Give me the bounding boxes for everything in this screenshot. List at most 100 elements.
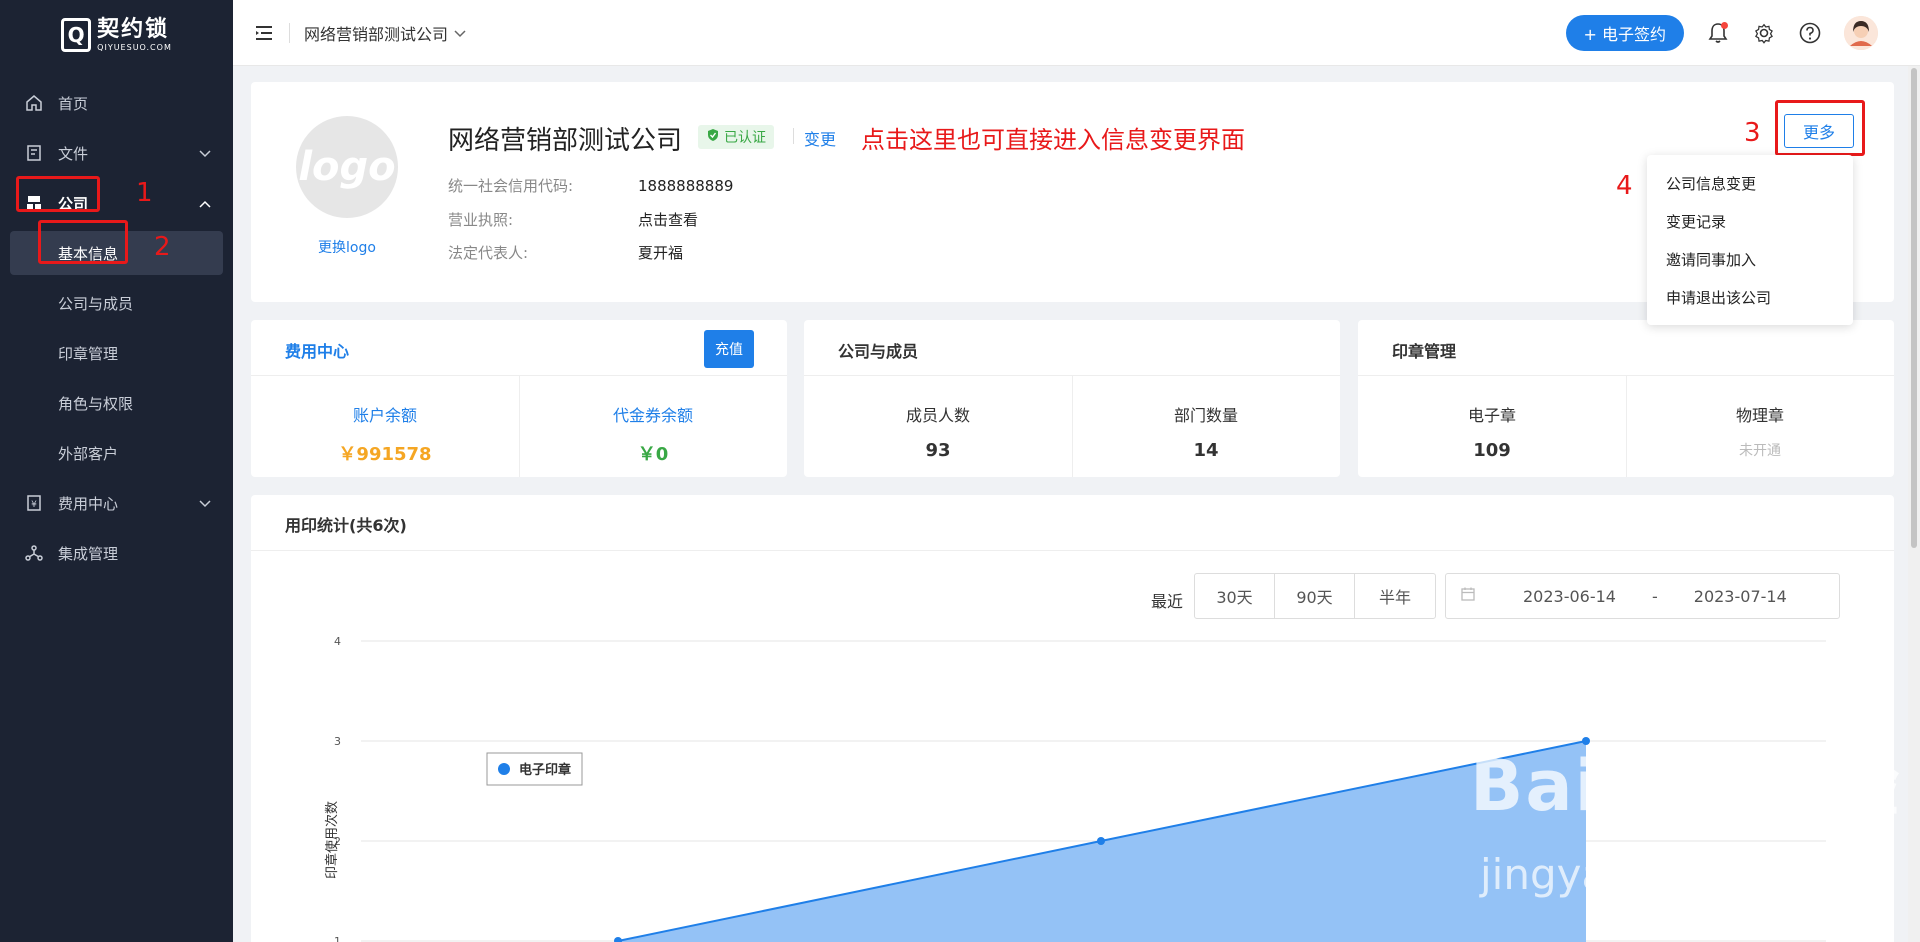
page-scrollbar[interactable]	[1908, 66, 1920, 942]
watermark-url: jingyan.baidu.com	[1480, 850, 1868, 899]
annotation-number-3: 3	[1744, 118, 1761, 148]
e-seal-label: 电子章	[1467, 406, 1516, 425]
legend-marker	[498, 763, 510, 775]
data-point	[614, 937, 622, 942]
member-count-label: 成员人数	[905, 406, 970, 425]
voucher-cell[interactable]: 代金券余额 ￥0	[519, 376, 787, 477]
e-seal-value: 109	[1473, 440, 1511, 461]
sidebar-item-home[interactable]: 首页	[0, 78, 233, 128]
balance-label: 账户余额	[352, 406, 417, 425]
menu-item-invite[interactable]: 邀请同事加入	[1647, 241, 1853, 279]
credit-code-label: 统一社会信用代码:	[448, 177, 574, 195]
menu-item-info-change[interactable]: 公司信息变更	[1647, 165, 1853, 203]
menu-item-change-log[interactable]: 变更记录	[1647, 203, 1853, 241]
sidebar-item-integration[interactable]: 集成管理	[0, 528, 233, 578]
legend-label: 电子印章	[519, 762, 571, 778]
chevron-down-icon	[454, 23, 466, 42]
sidebar-item-files[interactable]: 文件	[0, 128, 233, 178]
annotation-hint: 点击这里也可直接进入信息变更界面	[861, 126, 1245, 154]
fee-icon: ¥	[24, 493, 44, 513]
dept-count-label: 部门数量	[1173, 406, 1238, 425]
header-actions: + 电子签约	[1565, 0, 1878, 66]
y-axis-label: 印章使用次数	[324, 801, 340, 879]
members-card: 公司与成员 成员人数 93 部门数量 14	[804, 320, 1340, 477]
chevron-down-icon	[199, 494, 211, 512]
change-logo-link[interactable]: 更换logo	[295, 237, 399, 257]
physical-seal-label: 物理章	[1735, 406, 1784, 425]
voucher-label: 代金券余额	[612, 406, 693, 425]
e-seal-cell: 电子章 109	[1358, 376, 1626, 477]
dept-count-cell: 部门数量 14	[1072, 376, 1340, 477]
sidebar-subitem-members[interactable]: 公司与成员	[0, 278, 233, 328]
chevron-down-icon	[199, 144, 211, 162]
company-switcher-label: 网络营销部测试公司	[304, 24, 449, 44]
header-divider	[289, 22, 290, 43]
recharge-button[interactable]: 充值	[704, 330, 754, 368]
sidebar-subitem-external[interactable]: 外部客户	[0, 428, 233, 478]
members-title: 公司与成员	[838, 342, 919, 361]
credit-code-value: 1888888889	[638, 177, 734, 195]
sidebar-item-fees[interactable]: ¥ 费用中心	[0, 478, 233, 528]
company-switcher[interactable]: 网络营销部测试公司	[304, 21, 466, 45]
home-icon	[24, 93, 44, 113]
verified-check-icon	[706, 128, 720, 146]
legal-rep-value: 夏开福	[638, 244, 684, 262]
user-avatar[interactable]	[1844, 16, 1878, 50]
license-row: 营业执照: 点击查看	[448, 209, 698, 230]
physical-seal-value: 未开通	[1739, 443, 1781, 459]
change-info-link[interactable]: 变更	[804, 126, 836, 150]
voucher-value: ￥0	[637, 444, 669, 465]
integration-icon	[24, 543, 44, 563]
annotation-box-basic-info	[38, 220, 128, 264]
seals-title: 印章管理	[1392, 342, 1457, 361]
license-label: 营业执照:	[448, 211, 514, 229]
data-point	[1097, 837, 1105, 845]
menu-collapse-icon[interactable]	[253, 22, 275, 44]
sidebar-item-label: 首页	[58, 94, 89, 113]
top-header: 网络营销部测试公司 + 电子签约	[233, 0, 1920, 66]
balance-cell[interactable]: 账户余额 ￥991578	[251, 376, 519, 477]
file-icon	[24, 143, 44, 163]
member-count-value: 93	[925, 440, 951, 461]
brand-logo[interactable]: Q 契约锁 QIYUESUO.COM	[0, 0, 233, 70]
verified-badge: 已认证	[698, 125, 774, 149]
sidebar-nav: 首页 文件 公司 基本信息 公司与成员 印章管理 角色与权限 外部客户 ¥ 费用…	[0, 78, 233, 578]
fee-center-title[interactable]: 费用中心	[285, 338, 349, 362]
fee-center-card: 费用中心 充值 账户余额 ￥991578 代金券余额 ￥0	[251, 320, 787, 477]
menu-item-quit-company[interactable]: 申请退出该公司	[1647, 279, 1853, 317]
balance-value: ￥991578	[338, 444, 432, 465]
sidebar-item-label: 费用中心	[58, 494, 119, 513]
help-icon[interactable]	[1798, 21, 1822, 45]
license-view-link[interactable]: 点击查看	[638, 211, 698, 229]
gear-icon[interactable]	[1752, 21, 1776, 45]
more-dropdown-menu: 公司信息变更 变更记录 邀请同事加入 申请退出该公司	[1647, 155, 1853, 325]
y-tick-label: 4	[334, 635, 341, 648]
legal-rep-label: 法定代表人:	[448, 244, 529, 262]
divider	[793, 128, 794, 144]
brand-name: 契约锁	[97, 16, 170, 42]
company-logo: logo	[296, 116, 398, 218]
y-tick-label: 1	[334, 935, 341, 942]
annotation-box-company	[16, 176, 100, 212]
sidebar-item-label: 文件	[58, 144, 89, 163]
seals-card: 印章管理 电子章 109 物理章 未开通	[1358, 320, 1894, 477]
credit-code-row: 统一社会信用代码: 1888888889	[448, 175, 733, 196]
dept-count-value: 14	[1193, 440, 1219, 461]
bell-icon[interactable]	[1706, 21, 1730, 45]
notification-dot	[1721, 22, 1728, 29]
e-sign-button[interactable]: + 电子签约	[1565, 15, 1684, 51]
annotation-number-2: 2	[154, 232, 171, 262]
sidebar-subitem-roles[interactable]: 角色与权限	[0, 378, 233, 428]
sidebar-item-label: 集成管理	[58, 544, 119, 563]
svg-text:¥: ¥	[31, 500, 37, 510]
company-name: 网络营销部测试公司	[448, 126, 683, 156]
sidebar-subitem-seals[interactable]: 印章管理	[0, 328, 233, 378]
annotation-number-4: 4	[1616, 171, 1633, 201]
chevron-up-icon	[199, 194, 211, 212]
brand-domain: QIYUESUO.COM	[97, 42, 172, 52]
annotation-number-1: 1	[136, 178, 153, 208]
verified-label: 已认证	[724, 130, 766, 146]
physical-seal-cell: 物理章 未开通	[1626, 376, 1894, 477]
annotation-box-more	[1775, 100, 1865, 156]
scrollbar-thumb[interactable]	[1911, 68, 1917, 548]
